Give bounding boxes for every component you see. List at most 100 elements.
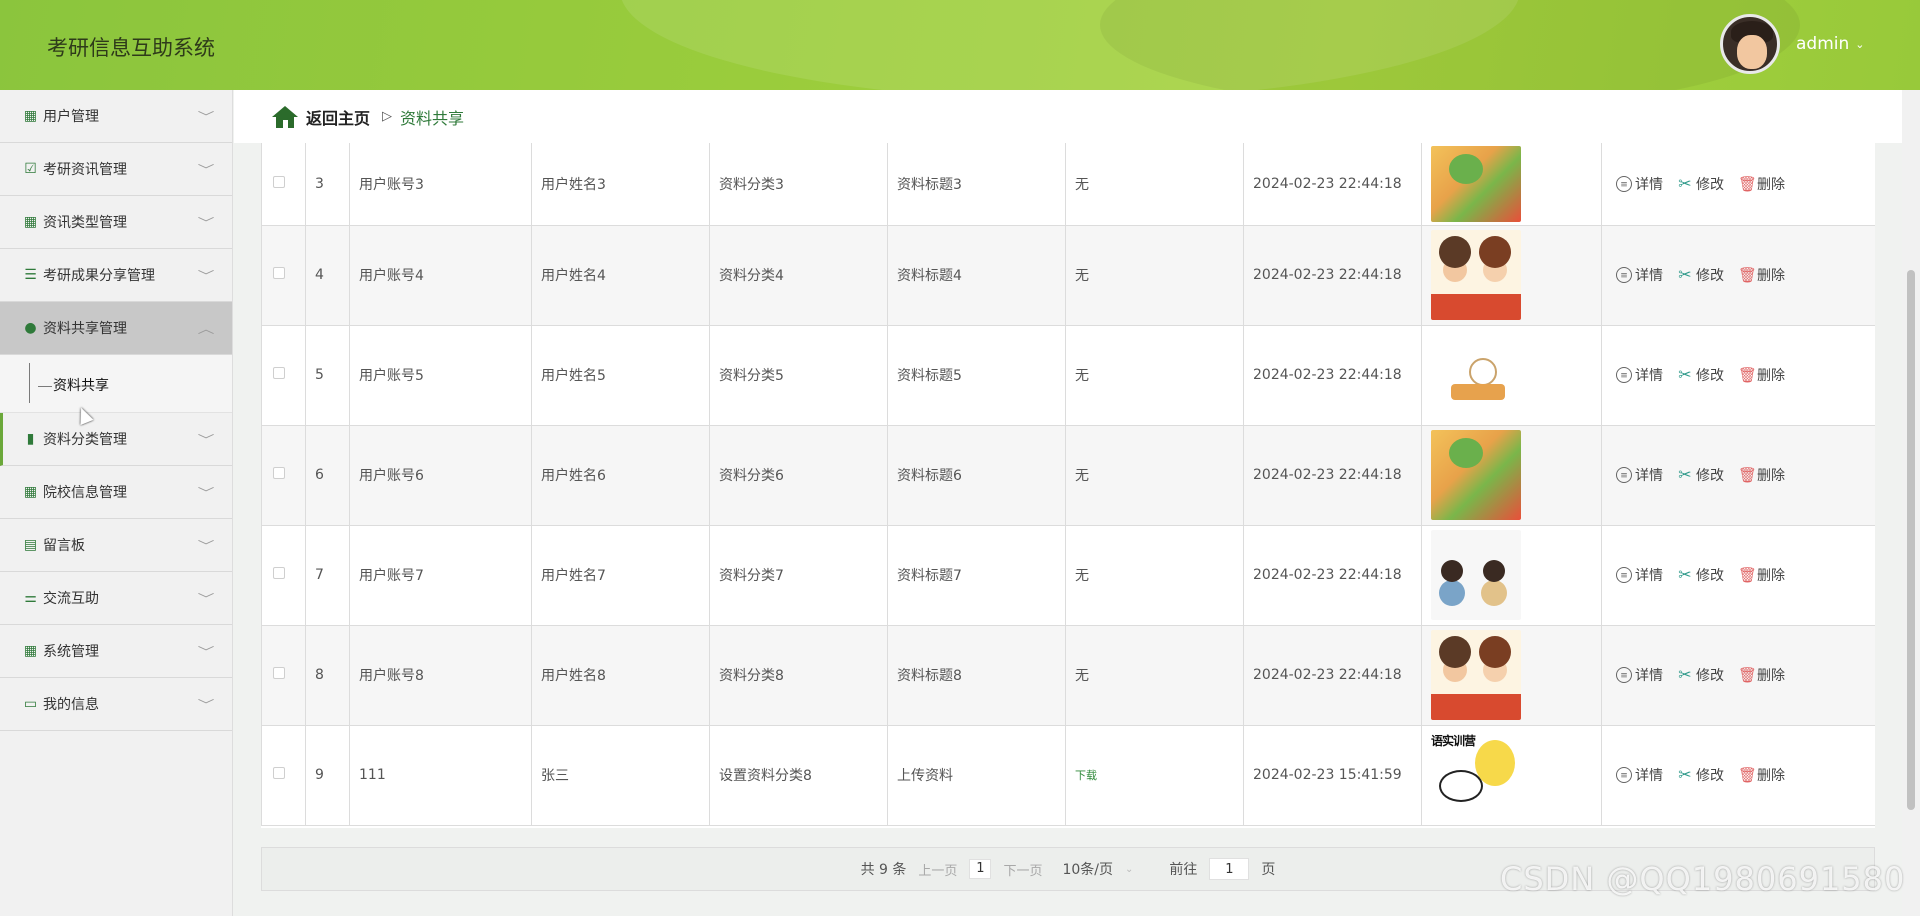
delete-button[interactable]: 🗑 删除 (1738, 565, 1785, 585)
chevron-down-icon[interactable]: ﹀ (198, 108, 215, 125)
chevron-down-icon[interactable]: ﹀ (198, 643, 215, 660)
detail-button[interactable]: ≡ 详情 (1616, 265, 1663, 285)
detail-button-label[interactable]: 详情 (1635, 765, 1663, 785)
delete-button-label[interactable]: 删除 (1757, 174, 1785, 194)
edit-button-label[interactable]: 修改 (1696, 765, 1724, 785)
goto-page-input[interactable]: 1 (1209, 858, 1250, 880)
delete-button[interactable]: 🗑 删除 (1738, 174, 1785, 194)
sidebar-item[interactable]: ▦ 系统管理 ﹀ (0, 625, 232, 678)
row-checkbox[interactable] (273, 767, 285, 779)
scissors-icon[interactable]: ✂ (1677, 367, 1693, 383)
detail-icon[interactable]: ≡ (1616, 367, 1632, 383)
detail-button[interactable]: ≡ 详情 (1616, 765, 1663, 785)
edit-button-label[interactable]: 修改 (1696, 465, 1724, 485)
row-checkbox[interactable] (273, 367, 285, 379)
scrollbar-thumb[interactable] (1907, 270, 1915, 810)
edit-button[interactable]: ✂ 修改 (1677, 365, 1724, 385)
delete-button-label[interactable]: 删除 (1757, 465, 1785, 485)
sidebar-item[interactable]: ▤ 留言板 ﹀ (0, 519, 232, 572)
chevron-down-icon[interactable]: ﹀ (198, 267, 215, 284)
delete-button[interactable]: 🗑 删除 (1738, 465, 1785, 485)
chevron-down-icon[interactable]: ﹀ (198, 696, 215, 713)
edit-button[interactable]: ✂ 修改 (1677, 174, 1724, 194)
submenu-item-resource-share[interactable]: 资料共享 (38, 375, 109, 395)
prev-page-button[interactable]: 上一页 (918, 860, 957, 879)
row-checkbox[interactable] (273, 467, 285, 479)
username[interactable]: admin (1796, 34, 1849, 54)
chevron-down-icon[interactable]: ⌄ (1125, 864, 1133, 875)
trash-icon[interactable]: 🗑 (1738, 267, 1757, 283)
detail-button[interactable]: ≡ 详情 (1616, 365, 1663, 385)
scissors-icon[interactable]: ✂ (1677, 267, 1693, 283)
trash-icon[interactable]: 🗑 (1738, 367, 1757, 383)
detail-button-label[interactable]: 详情 (1635, 265, 1663, 285)
delete-button-label[interactable]: 删除 (1757, 365, 1785, 385)
sidebar-item[interactable]: ▦ 院校信息管理 ﹀ (0, 466, 232, 519)
scissors-icon[interactable]: ✂ (1677, 567, 1693, 583)
sidebar-item[interactable]: ● 资料共享管理 ︿ (0, 302, 232, 355)
edit-button[interactable]: ✂ 修改 (1677, 765, 1724, 785)
sidebar-item[interactable]: ▭ 我的信息 ﹀ (0, 678, 232, 731)
download-link[interactable]: 下载 (1075, 769, 1097, 782)
edit-button-label[interactable]: 修改 (1696, 365, 1724, 385)
detail-button-label[interactable]: 详情 (1635, 365, 1663, 385)
scissors-icon[interactable]: ✂ (1677, 467, 1693, 483)
edit-button[interactable]: ✂ 修改 (1677, 265, 1724, 285)
detail-button-label[interactable]: 详情 (1635, 665, 1663, 685)
delete-button-label[interactable]: 删除 (1757, 665, 1785, 685)
chevron-down-icon[interactable]: ﹀ (198, 161, 215, 178)
trash-icon[interactable]: 🗑 (1738, 667, 1757, 683)
user-menu[interactable]: admin ⌄ (1720, 14, 1865, 74)
chevron-down-icon[interactable]: ﹀ (198, 537, 215, 554)
detail-button[interactable]: ≡ 详情 (1616, 565, 1663, 585)
sidebar-item[interactable]: ☰ 考研成果分享管理 ﹀ (0, 249, 232, 302)
home-icon[interactable] (272, 105, 298, 128)
detail-icon[interactable]: ≡ (1616, 467, 1632, 483)
trash-icon[interactable]: 🗑 (1738, 767, 1757, 783)
edit-button[interactable]: ✂ 修改 (1677, 465, 1724, 485)
scissors-icon[interactable]: ✂ (1677, 175, 1693, 192)
trash-icon[interactable]: 🗑 (1738, 467, 1757, 483)
breadcrumb-home-link[interactable]: 返回主页 (306, 105, 370, 129)
sidebar-item[interactable]: ⚌ 交流互助 ﹀ (0, 572, 232, 625)
row-checkbox[interactable] (273, 667, 285, 679)
delete-button[interactable]: 🗑 删除 (1738, 365, 1785, 385)
chevron-down-icon[interactable]: ﹀ (198, 590, 215, 607)
detail-icon[interactable]: ≡ (1616, 267, 1632, 283)
delete-button-label[interactable]: 删除 (1757, 265, 1785, 285)
edit-button-label[interactable]: 修改 (1696, 565, 1724, 585)
row-checkbox[interactable] (273, 567, 285, 579)
scissors-icon[interactable]: ✂ (1677, 667, 1693, 683)
page-scrollbar[interactable] (1902, 90, 1920, 916)
delete-button-label[interactable]: 删除 (1757, 565, 1785, 585)
chevron-down-icon[interactable]: ⌄ (1855, 38, 1864, 51)
detail-icon[interactable]: ≡ (1616, 175, 1632, 192)
chevron-down-icon[interactable]: ﹀ (198, 431, 215, 448)
detail-button-label[interactable]: 详情 (1635, 565, 1663, 585)
page-size-select[interactable]: 10条/页 (1062, 859, 1113, 879)
detail-button[interactable]: ≡ 详情 (1616, 665, 1663, 685)
chevron-down-icon[interactable]: ﹀ (198, 214, 215, 231)
sidebar-item[interactable]: ▦ 资讯类型管理 ﹀ (0, 196, 232, 249)
detail-icon[interactable]: ≡ (1616, 567, 1632, 583)
chevron-up-icon[interactable]: ︿ (198, 320, 215, 337)
detail-icon[interactable]: ≡ (1616, 667, 1632, 683)
scissors-icon[interactable]: ✂ (1677, 767, 1693, 783)
edit-button-label[interactable]: 修改 (1696, 665, 1724, 685)
detail-button-label[interactable]: 详情 (1635, 465, 1663, 485)
delete-button[interactable]: 🗑 删除 (1738, 665, 1785, 685)
edit-button[interactable]: ✂ 修改 (1677, 565, 1724, 585)
page-number-current[interactable]: 1 (969, 859, 992, 879)
row-checkbox[interactable] (273, 267, 285, 279)
trash-icon[interactable]: 🗑 (1738, 176, 1757, 192)
detail-button-label[interactable]: 详情 (1635, 174, 1663, 194)
sidebar-item[interactable]: ▮ 资料分类管理 ﹀ (0, 413, 232, 466)
detail-button[interactable]: ≡ 详情 (1616, 465, 1663, 485)
edit-button-label[interactable]: 修改 (1696, 174, 1724, 194)
detail-icon[interactable]: ≡ (1616, 767, 1632, 783)
edit-button-label[interactable]: 修改 (1696, 265, 1724, 285)
detail-button[interactable]: ≡ 详情 (1616, 174, 1663, 194)
sidebar-item[interactable]: ▦ 用户管理 ﹀ (0, 90, 232, 143)
sidebar-item[interactable]: ☑ 考研资讯管理 ﹀ (0, 143, 232, 196)
avatar[interactable] (1720, 14, 1780, 74)
